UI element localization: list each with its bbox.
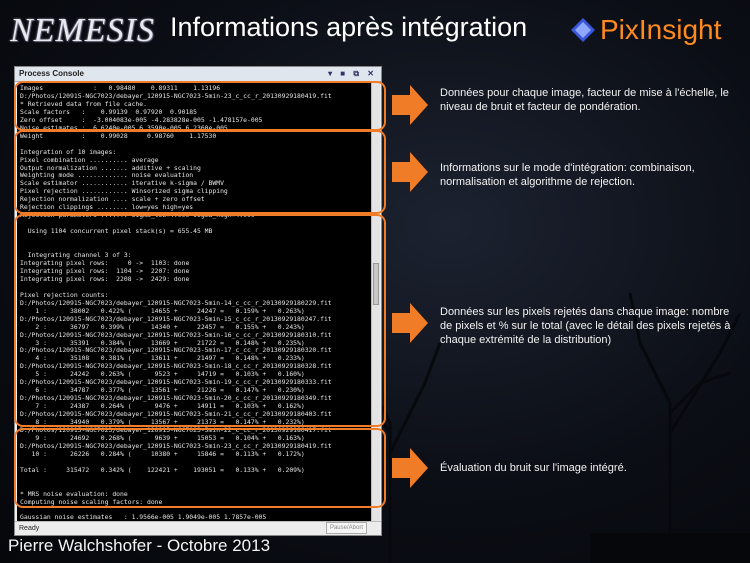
note-image-data: Données pour chaque image, facteur de mi… xyxy=(440,87,729,113)
status-bar: Ready Pause/Abort xyxy=(15,521,381,535)
status-text: Ready xyxy=(19,525,40,532)
highlight-box-rejection xyxy=(14,214,386,427)
pixinsight-wordmark: PixInsight xyxy=(600,14,722,45)
pixinsight-logo: PixInsight xyxy=(570,14,721,46)
highlight-box-noise xyxy=(14,428,386,508)
nemesis-logo: NEMESIS xyxy=(10,12,155,49)
arrow-right-icon xyxy=(392,152,428,192)
window-titlebar[interactable]: Process Console ▾ ■ ⧉ ✕ xyxy=(15,67,381,82)
window-title: Process Console xyxy=(19,69,84,78)
pause-abort-button[interactable]: Pause/Abort xyxy=(325,522,367,534)
page-title: Informations après intégration xyxy=(170,12,528,42)
author-credit: Pierre Walchshofer - Octobre 2013 xyxy=(8,536,271,555)
highlight-box-integration-mode xyxy=(14,130,386,214)
arrow-right-icon xyxy=(392,448,428,488)
arrow-right-icon xyxy=(392,85,428,125)
arrow-right-icon xyxy=(392,303,428,343)
note-rejection: Données sur les pixels rejetés dans chaq… xyxy=(440,306,731,346)
highlight-box-image-data xyxy=(14,81,386,131)
window-controls[interactable]: ▾ ■ ⧉ ✕ xyxy=(328,67,377,81)
note-integration-mode: Informations sur le mode d'intégration: … xyxy=(440,162,695,188)
note-noise: Évaluation du bruit sur l'image intégré. xyxy=(440,462,627,474)
pixinsight-diamond-icon xyxy=(571,18,595,42)
